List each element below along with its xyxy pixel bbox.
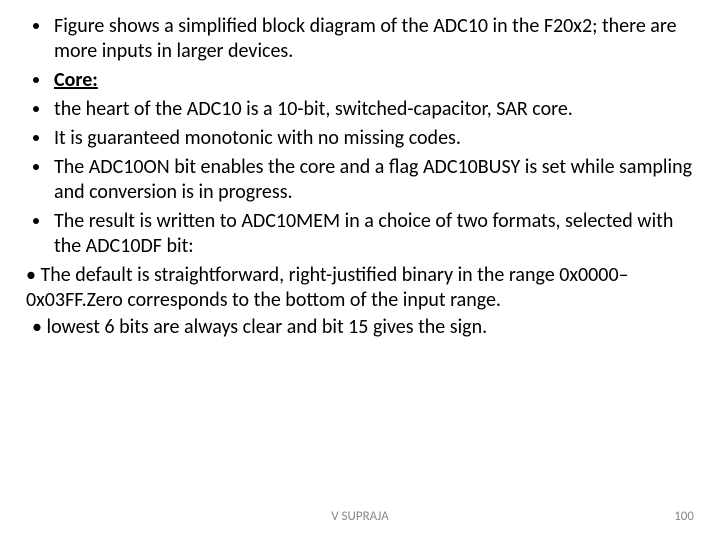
plain-bullet: • The default is straightforward, right-… (26, 263, 694, 313)
bullet-item: It is guaranteed monotonic with no missi… (52, 126, 694, 151)
plain-bullet: • lowest 6 bits are always clear and bit… (26, 315, 694, 340)
bullet-item: The result is written to ADC10MEM in a c… (52, 209, 694, 259)
footer-page-number: 100 (674, 509, 694, 524)
bullet-item: The ADC10ON bit enables the core and a f… (52, 155, 694, 205)
bullet-item-core: Core: (52, 68, 694, 93)
core-heading: Core: (54, 68, 98, 92)
bullet-item: the heart of the ADC10 is a 10-bit, swit… (52, 97, 694, 122)
slide: Figure shows a simplified block diagram … (0, 0, 720, 540)
bullet-list: Figure shows a simplified block diagram … (26, 14, 694, 259)
footer-author: V SUPRAJA (0, 509, 720, 524)
bullet-item: Figure shows a simplified block diagram … (52, 14, 694, 64)
